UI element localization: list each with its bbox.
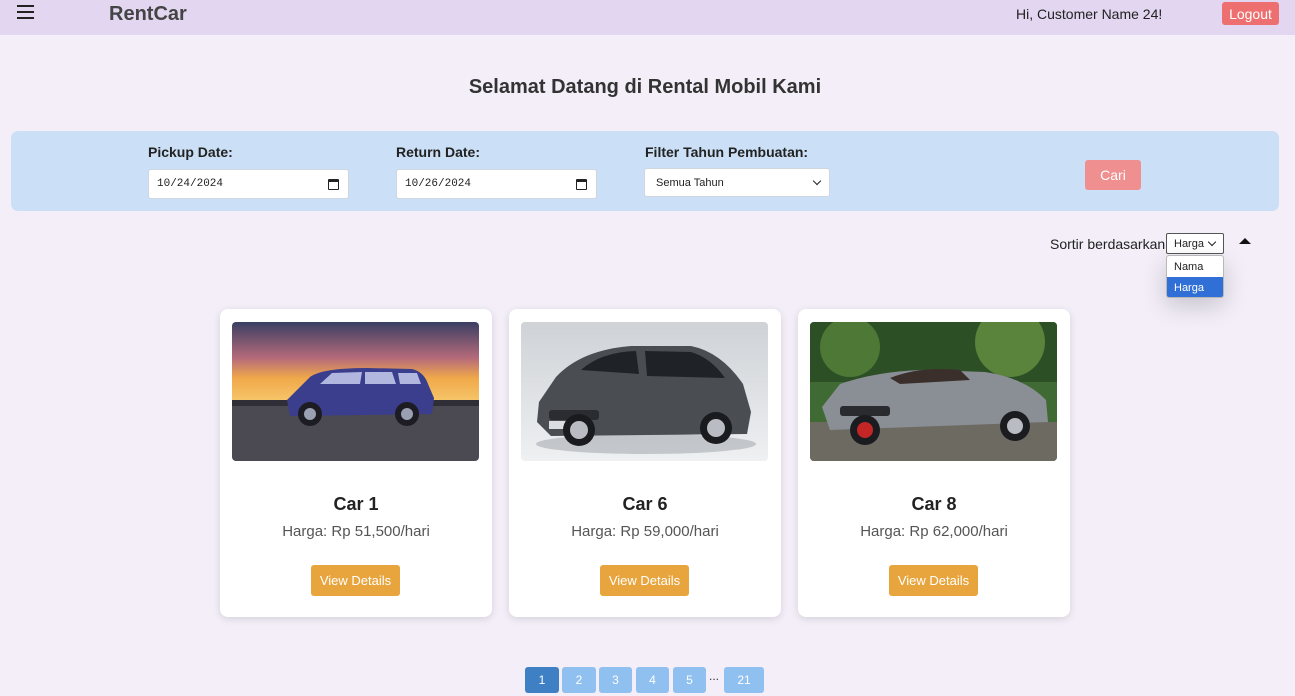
return-date-input[interactable]: 10/26/2024: [396, 169, 597, 199]
page-title: Selamat Datang di Rental Mobil Kami: [468, 76, 822, 98]
car-card: Car 6 Harga: Rp 59,000/hari View Details: [509, 309, 781, 617]
calendar-icon[interactable]: [576, 179, 587, 190]
page-button-2[interactable]: 2: [562, 667, 596, 693]
year-filter-value: Semua Tahun: [656, 176, 724, 189]
car-card: Car 1 Harga: Rp 51,500/hari View Details: [220, 309, 492, 617]
page-button-last[interactable]: 21: [724, 667, 764, 693]
car-price: Harga: Rp 59,000/hari: [571, 523, 719, 540]
search-panel: Pickup Date: 10/24/2024 Return Date: 10/…: [11, 131, 1279, 211]
year-filter-label: Filter Tahun Pembuatan:: [645, 144, 809, 160]
year-filter-select[interactable]: Semua Tahun: [644, 168, 830, 197]
pagination-ellipsis: ...: [709, 669, 720, 683]
user-greeting: Hi, Customer Name 24!: [1016, 6, 1163, 22]
car-name: Car 8: [911, 494, 957, 514]
sort-select[interactable]: Harga: [1166, 233, 1224, 254]
pickup-date-value: 10/24/2024: [157, 178, 224, 190]
pickup-date-label: Pickup Date:: [148, 144, 233, 160]
car-price: Harga: Rp 51,500/hari: [282, 523, 430, 540]
top-navbar: RentCar Hi, Customer Name 24! Logout: [0, 0, 1295, 35]
sort-select-value: Harga: [1174, 237, 1204, 250]
car-price: Harga: Rp 62,000/hari: [860, 523, 1008, 540]
calendar-icon[interactable]: [328, 179, 339, 190]
page-button-1[interactable]: 1: [525, 667, 559, 693]
return-date-value: 10/26/2024: [405, 178, 472, 190]
car-card: Car 8 Harga: Rp 62,000/hari View Details: [798, 309, 1070, 617]
chevron-down-icon: [812, 176, 822, 186]
sort-ascending-icon[interactable]: [1239, 238, 1251, 244]
pickup-date-input[interactable]: 10/24/2024: [148, 169, 349, 199]
return-date-label: Return Date:: [396, 144, 481, 160]
logout-button[interactable]: Logout: [1222, 2, 1279, 25]
view-details-button[interactable]: View Details: [311, 565, 400, 596]
hamburger-menu-icon[interactable]: [17, 5, 34, 19]
sort-option-nama[interactable]: Nama: [1167, 256, 1223, 277]
car-name: Car 6: [622, 494, 668, 514]
sort-dropdown-list: Nama Harga: [1166, 255, 1224, 298]
sort-option-harga[interactable]: Harga: [1167, 277, 1223, 297]
car-image: [521, 322, 768, 461]
sort-label: Sortir berdasarkan:: [1050, 236, 1170, 252]
view-details-button[interactable]: View Details: [600, 565, 689, 596]
page-button-5[interactable]: 5: [673, 667, 706, 693]
page-button-3[interactable]: 3: [599, 667, 632, 693]
car-image: [810, 322, 1057, 461]
car-image: [232, 322, 479, 461]
view-details-button[interactable]: View Details: [889, 565, 978, 596]
chevron-down-icon: [1207, 237, 1217, 247]
brand-logo-text[interactable]: RentCar: [109, 3, 187, 26]
car-name: Car 1: [333, 494, 379, 514]
search-button[interactable]: Cari: [1085, 160, 1141, 190]
page-button-4[interactable]: 4: [636, 667, 669, 693]
